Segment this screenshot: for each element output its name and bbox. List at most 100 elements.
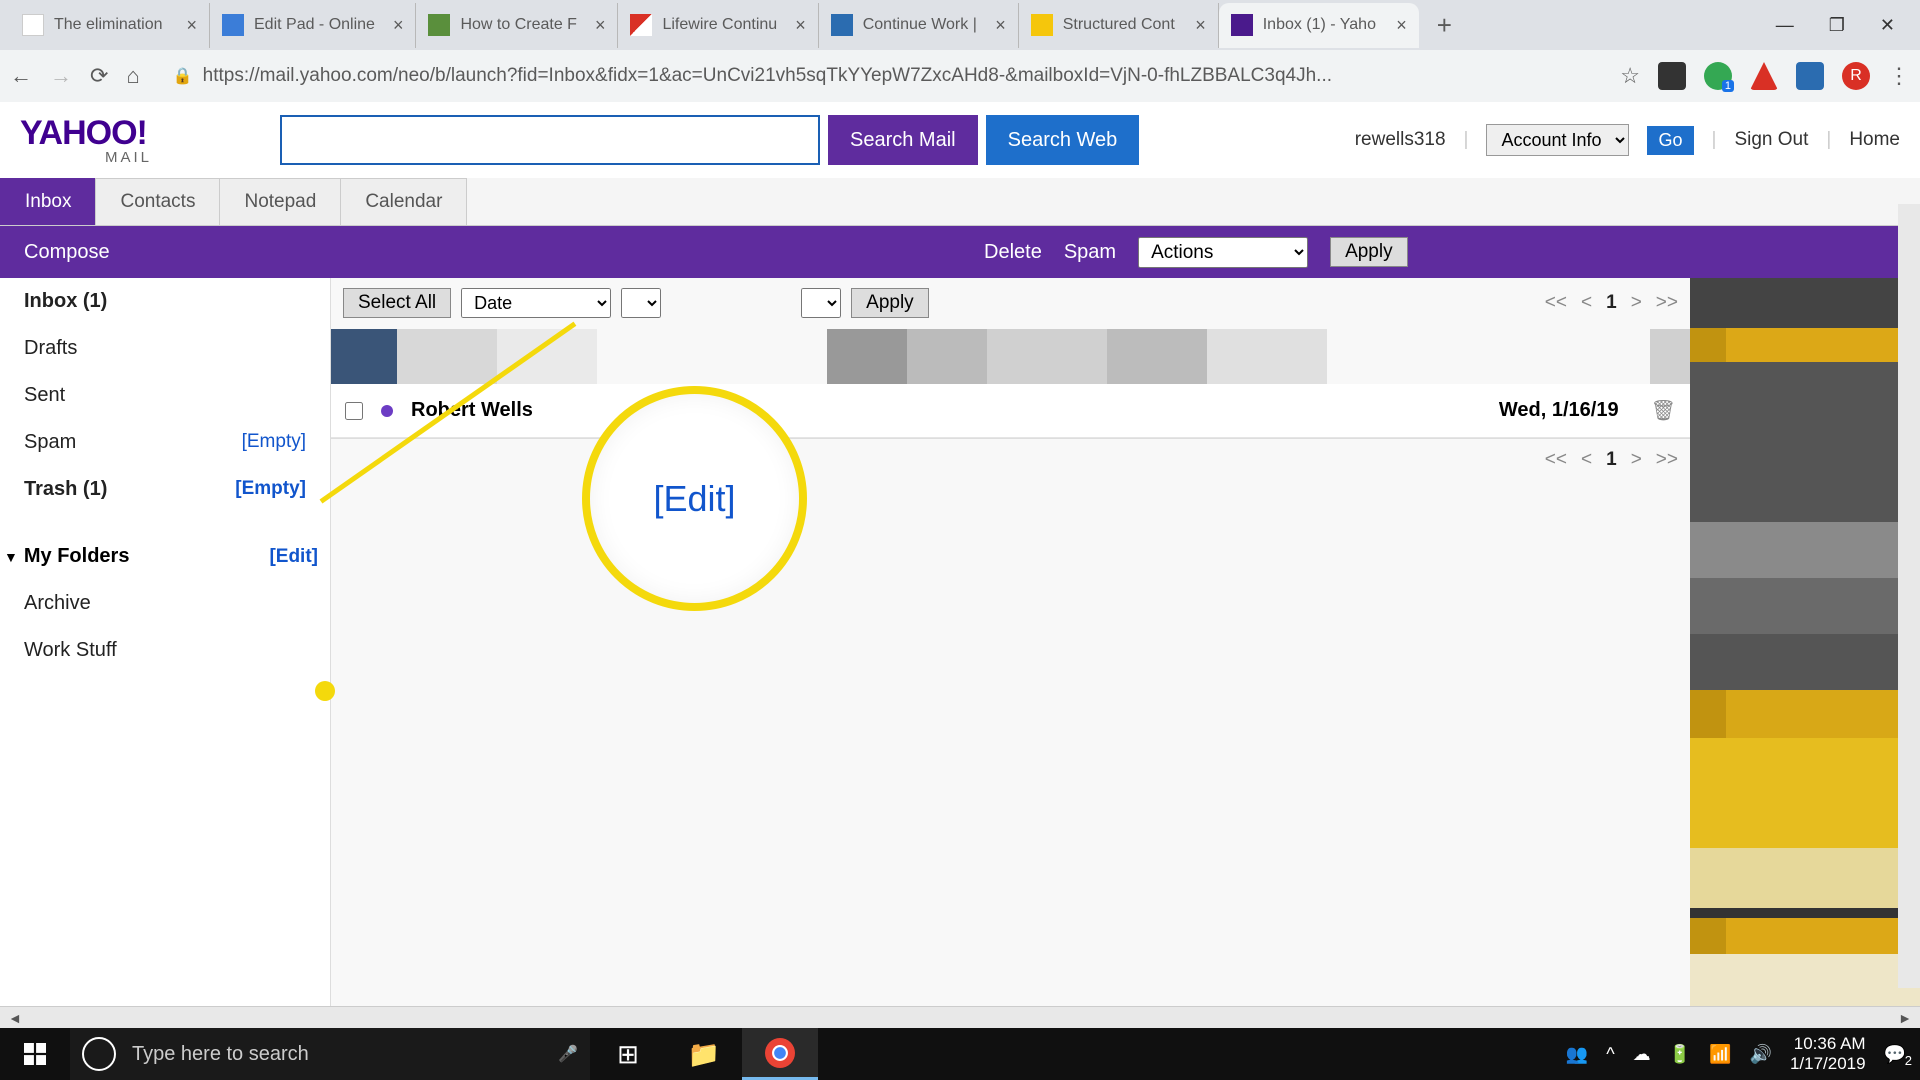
sort-select[interactable]: Date bbox=[461, 288, 611, 318]
search-web-button[interactable]: Search Web bbox=[986, 115, 1140, 165]
folder-archive[interactable]: Archive bbox=[0, 580, 330, 627]
close-icon[interactable]: × bbox=[1396, 15, 1407, 36]
my-folders-header[interactable]: ▼My Folders [Edit] bbox=[0, 533, 330, 580]
tab-elimination[interactable]: The elimination × bbox=[10, 3, 210, 48]
pager-prev[interactable]: < bbox=[1581, 292, 1592, 314]
search-input[interactable] bbox=[280, 115, 820, 165]
start-button[interactable] bbox=[0, 1028, 70, 1080]
folder-spam[interactable]: Spam[Empty] bbox=[0, 419, 330, 466]
message-checkbox[interactable] bbox=[345, 402, 363, 420]
folder-trash[interactable]: Trash (1)[Empty] bbox=[0, 466, 330, 513]
close-icon[interactable]: × bbox=[1195, 15, 1206, 36]
go-button[interactable]: Go bbox=[1647, 126, 1693, 155]
tab-notepad[interactable]: Notepad bbox=[219, 178, 341, 225]
close-icon[interactable]: × bbox=[795, 15, 806, 36]
file-explorer-icon[interactable]: 📁 bbox=[666, 1028, 742, 1080]
tab-contacts[interactable]: Contacts bbox=[95, 178, 220, 225]
folder-work-stuff[interactable]: Work Stuff bbox=[0, 627, 330, 674]
tab-lifewire[interactable]: Lifewire Continu × bbox=[618, 3, 818, 48]
profile-avatar[interactable]: R bbox=[1842, 62, 1870, 90]
battery-icon[interactable]: 🔋 bbox=[1669, 1044, 1691, 1065]
scroll-left-icon[interactable]: ◄ bbox=[2, 1010, 28, 1026]
bookmark-star-icon[interactable]: ☆ bbox=[1620, 63, 1640, 89]
onedrive-icon[interactable]: ☁ bbox=[1633, 1044, 1651, 1065]
sign-out-link[interactable]: Sign Out bbox=[1734, 129, 1808, 151]
home-button[interactable]: ⌂ bbox=[126, 63, 139, 89]
apply-button[interactable]: Apply bbox=[1330, 237, 1408, 267]
spam-link[interactable]: Spam bbox=[1064, 241, 1116, 264]
yahoo-mail-logo[interactable]: YAHOO! MAIL bbox=[20, 114, 160, 166]
empty-trash-link[interactable]: [Empty] bbox=[235, 478, 306, 501]
kebab-menu-icon[interactable]: ⋮ bbox=[1888, 63, 1910, 89]
folder-sent[interactable]: Sent bbox=[0, 372, 330, 419]
tab-structured[interactable]: Structured Cont × bbox=[1019, 3, 1219, 48]
clock[interactable]: 10:36 AM 1/17/2019 bbox=[1790, 1034, 1866, 1073]
tab-inbox-active[interactable]: Inbox (1) - Yaho × bbox=[1219, 3, 1419, 48]
filter2-select[interactable] bbox=[801, 288, 841, 318]
reload-button[interactable]: ⟳ bbox=[90, 63, 108, 89]
main-tabs: Inbox Contacts Notepad Calendar bbox=[0, 178, 1920, 226]
back-button[interactable]: ← bbox=[10, 63, 32, 89]
chrome-icon[interactable] bbox=[742, 1028, 818, 1080]
tab-title: Structured Cont bbox=[1063, 16, 1177, 34]
actions-select[interactable]: Actions bbox=[1138, 237, 1308, 268]
extension-icons: 1 R ⋮ bbox=[1658, 62, 1910, 90]
pager-first[interactable]: << bbox=[1545, 449, 1567, 471]
time-text: 10:36 AM bbox=[1790, 1034, 1866, 1054]
filter-select[interactable] bbox=[621, 288, 661, 318]
search-mail-button[interactable]: Search Mail bbox=[828, 115, 978, 165]
cortana-search[interactable]: Type here to search 🎤 bbox=[70, 1028, 590, 1080]
pager-current: 1 bbox=[1606, 449, 1617, 471]
notifications-icon[interactable]: 💬2 bbox=[1884, 1044, 1906, 1065]
trash-icon[interactable]: 🗑 bbox=[1651, 398, 1676, 423]
edit-folders-link[interactable]: [Edit] bbox=[269, 546, 318, 568]
account-info-select[interactable]: Account Info bbox=[1486, 124, 1629, 156]
home-link[interactable]: Home bbox=[1849, 129, 1900, 151]
folder-inbox[interactable]: Inbox (1) bbox=[0, 278, 330, 325]
vertical-scrollbar[interactable] bbox=[1898, 204, 1920, 988]
url-input[interactable]: 🔒 https://mail.yahoo.com/neo/b/launch?fi… bbox=[158, 57, 1603, 95]
scroll-right-icon[interactable]: ► bbox=[1892, 1010, 1918, 1026]
pager-prev[interactable]: < bbox=[1581, 449, 1592, 471]
tab-editpad[interactable]: Edit Pad - Online × bbox=[210, 3, 416, 48]
mic-icon[interactable]: 🎤 bbox=[558, 1044, 578, 1064]
extension-icon[interactable] bbox=[1796, 62, 1824, 90]
maximize-icon[interactable]: ❐ bbox=[1829, 15, 1845, 36]
message-row[interactable]: Robert Wells Wed, 1/16/19 🗑 bbox=[331, 384, 1690, 438]
tab-howto[interactable]: How to Create F × bbox=[416, 3, 618, 48]
tray-chevron-icon[interactable]: ^ bbox=[1606, 1044, 1614, 1065]
select-all-button[interactable]: Select All bbox=[343, 288, 451, 318]
unread-dot-icon bbox=[381, 405, 393, 417]
volume-icon[interactable]: 🔊 bbox=[1750, 1044, 1772, 1065]
apply-filter-button[interactable]: Apply bbox=[851, 288, 929, 318]
task-view-icon[interactable]: ⊞ bbox=[590, 1028, 666, 1080]
tab-continue[interactable]: Continue Work | × bbox=[819, 3, 1019, 48]
compose-link[interactable]: Compose bbox=[24, 241, 110, 264]
extension-icon[interactable] bbox=[1658, 62, 1686, 90]
forward-button[interactable]: → bbox=[50, 63, 72, 89]
close-icon[interactable]: × bbox=[186, 15, 197, 36]
pager-next[interactable]: > bbox=[1631, 449, 1642, 471]
pager-last[interactable]: >> bbox=[1656, 449, 1678, 471]
wifi-icon[interactable]: 📶 bbox=[1709, 1044, 1731, 1065]
close-icon[interactable]: × bbox=[995, 15, 1006, 36]
close-icon[interactable]: × bbox=[393, 15, 404, 36]
extension-icon[interactable]: 1 bbox=[1704, 62, 1732, 90]
delete-link[interactable]: Delete bbox=[984, 241, 1042, 264]
pager-next[interactable]: > bbox=[1631, 292, 1642, 314]
tab-inbox[interactable]: Inbox bbox=[0, 178, 96, 225]
close-window-icon[interactable]: ✕ bbox=[1880, 15, 1895, 36]
pager-first[interactable]: << bbox=[1545, 292, 1567, 314]
horizontal-scrollbar[interactable]: ◄ ► bbox=[0, 1006, 1920, 1028]
folder-drafts[interactable]: Drafts bbox=[0, 325, 330, 372]
people-icon[interactable]: 👥 bbox=[1566, 1044, 1588, 1065]
divider: | bbox=[1712, 129, 1717, 151]
empty-spam-link[interactable]: [Empty] bbox=[242, 431, 306, 454]
new-tab-button[interactable]: + bbox=[1419, 10, 1470, 41]
address-bar: ← → ⟳ ⌂ 🔒 https://mail.yahoo.com/neo/b/l… bbox=[0, 50, 1920, 102]
close-icon[interactable]: × bbox=[595, 15, 606, 36]
pager-last[interactable]: >> bbox=[1656, 292, 1678, 314]
tab-calendar[interactable]: Calendar bbox=[340, 178, 467, 225]
extension-icon[interactable] bbox=[1750, 62, 1778, 90]
minimize-icon[interactable]: — bbox=[1776, 15, 1794, 36]
